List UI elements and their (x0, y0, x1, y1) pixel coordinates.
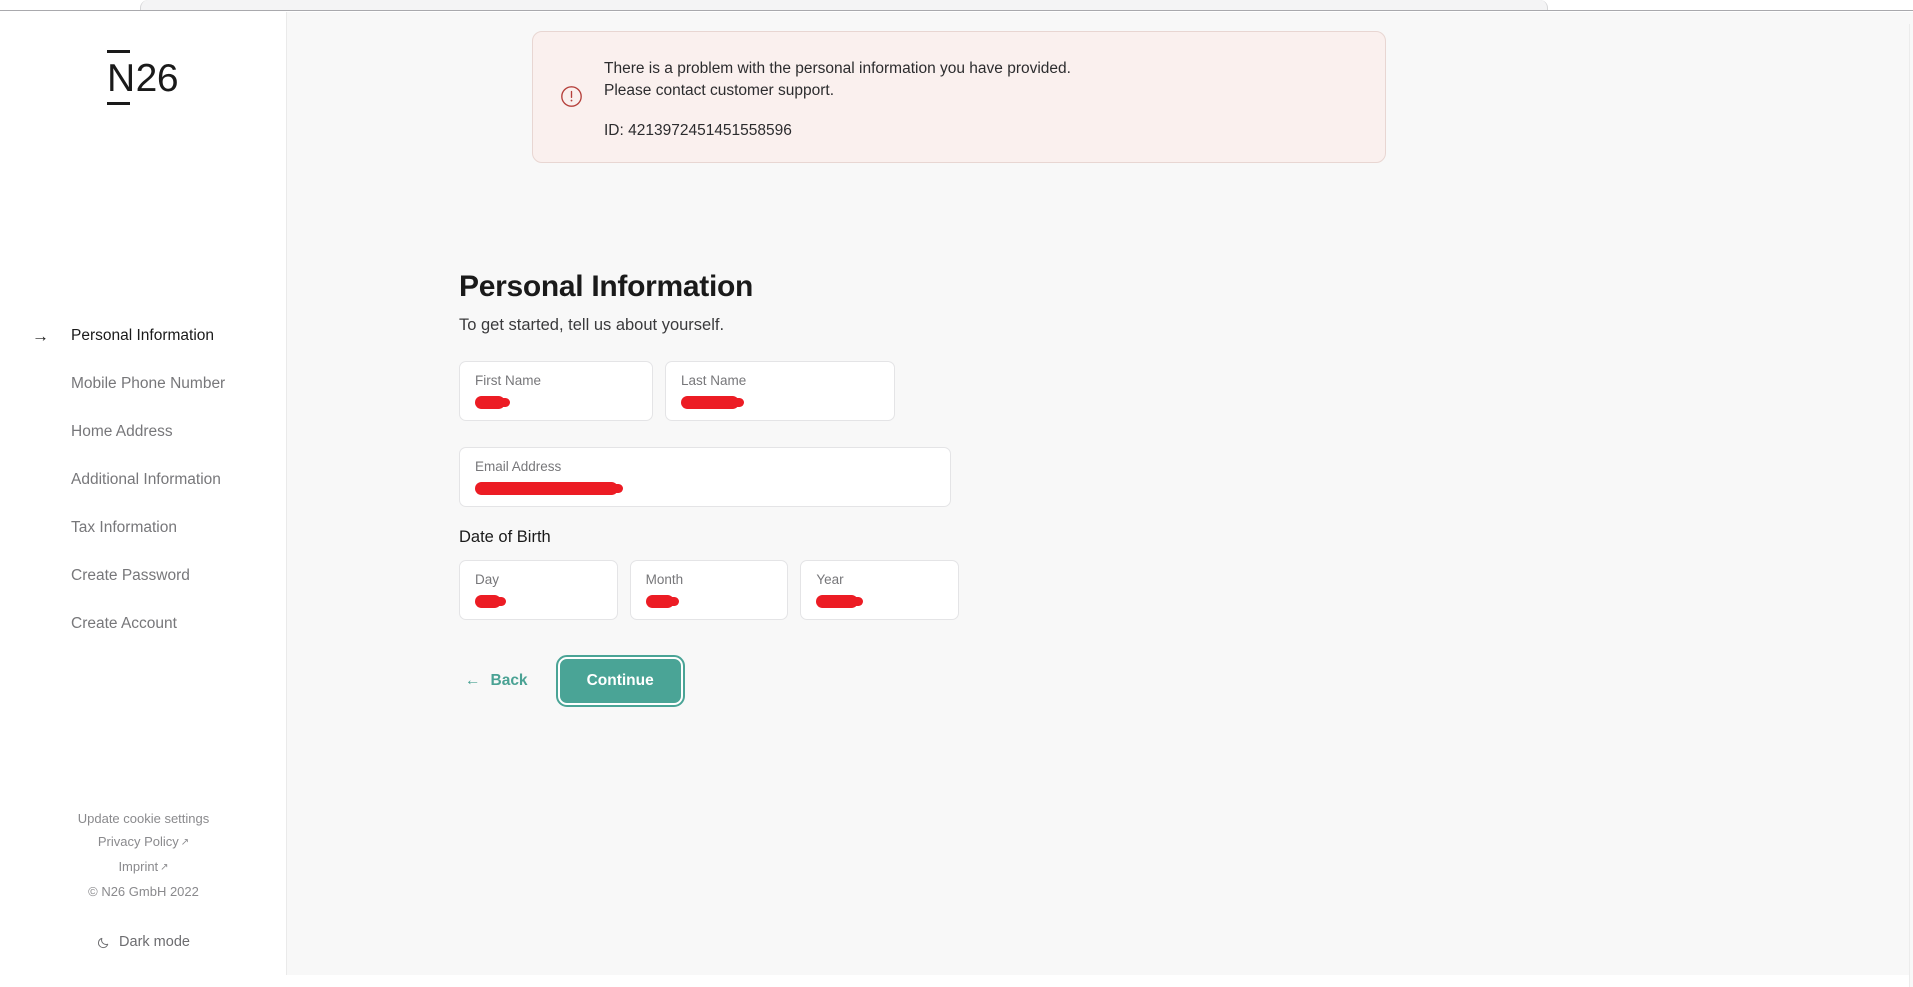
sidebar-item-label: Mobile Phone Number (71, 375, 226, 392)
sidebar-item-mobile-phone-number[interactable]: Mobile Phone Number (0, 360, 287, 408)
browser-tab-stub[interactable] (140, 0, 1548, 10)
page-subtitle: To get started, tell us about yourself. (459, 315, 725, 334)
browser-chrome (0, 0, 1913, 11)
error-alert-body: There is a problem with the personal inf… (604, 54, 1071, 140)
dob-month-field[interactable]: Month (629, 559, 789, 620)
first-name-field[interactable]: First Name (459, 360, 653, 421)
sidebar-item-create-account[interactable]: Create Account (0, 600, 287, 648)
arrow-left-icon: ← (465, 671, 481, 689)
moon-icon (97, 936, 110, 949)
privacy-policy-label: Privacy Policy (97, 834, 179, 849)
page-scrollbar[interactable] (1909, 24, 1913, 987)
dark-mode-toggle[interactable]: Dark mode (0, 934, 287, 950)
dob-day-value (475, 592, 602, 612)
dob-year-value (816, 592, 943, 612)
logo-n-letter: N (106, 50, 135, 105)
sidebar-footer: Update cookie settings Privacy Policy ↗ I… (0, 807, 287, 950)
dob-month-value (645, 592, 773, 612)
error-circle-icon (559, 84, 585, 140)
last-name-value (681, 393, 879, 413)
sidebar-item-create-password[interactable]: Create Password (0, 552, 287, 600)
first-name-label: First Name (475, 372, 542, 388)
sidebar-item-label: Tax Information (71, 519, 177, 536)
back-button-label: Back (490, 671, 528, 689)
imprint-label: Imprint (118, 859, 159, 874)
dob-month-label: Month (645, 571, 684, 587)
sidebar-item-tax-information[interactable]: Tax Information (0, 504, 287, 552)
sidebar-item-additional-information[interactable]: Additional Information (0, 456, 287, 504)
logo-number: 26 (135, 57, 179, 100)
sidebar: N26 → Personal Information Mobile Phone … (0, 12, 287, 975)
n26-logo[interactable]: N26 (106, 50, 179, 105)
redaction-mark (475, 395, 510, 409)
redaction-mark (816, 594, 864, 608)
external-link-icon: ↗ (160, 862, 169, 873)
date-of-birth-label: Date of Birth (459, 527, 551, 546)
dob-year-label: Year (816, 571, 844, 587)
copyright-text: © N26 GmbH 2022 (88, 884, 199, 899)
update-cookie-settings-link[interactable]: Update cookie settings (0, 807, 287, 830)
sidebar-item-label: Personal Information (71, 327, 215, 344)
redaction-mark (475, 481, 623, 495)
email-field-row: Email Address (459, 446, 959, 507)
email-address-label: Email Address (475, 458, 562, 474)
sidebar-item-label: Additional Information (71, 471, 221, 488)
form-actions: ← Back Continue (459, 654, 959, 707)
error-message-line-1: There is a problem with the personal inf… (604, 60, 1071, 77)
date-of-birth-fields-row: Day Month Year (459, 559, 960, 620)
first-name-value (475, 393, 637, 413)
error-alert-banner: There is a problem with the personal inf… (532, 31, 1386, 163)
name-fields-row: First Name Last Name (459, 360, 959, 421)
redaction-mark (475, 594, 506, 608)
email-address-field[interactable]: Email Address (459, 446, 951, 507)
dob-day-field[interactable]: Day (459, 559, 618, 620)
redaction-mark (681, 395, 744, 409)
onboarding-steps-nav: → Personal Information Mobile Phone Numb… (0, 312, 287, 648)
error-reference-id: ID: 4213972451451558596 (604, 122, 792, 139)
error-message-line-2: Please contact customer support. (604, 81, 835, 99)
last-name-label: Last Name (681, 372, 747, 388)
email-address-value (475, 479, 935, 499)
sidebar-item-home-address[interactable]: Home Address (0, 408, 287, 456)
redaction-mark (645, 594, 679, 608)
active-step-arrow-icon: → (32, 326, 49, 346)
imprint-link[interactable]: Imprint ↗ (0, 855, 287, 880)
privacy-policy-link[interactable]: Privacy Policy ↗ (0, 830, 287, 855)
page-root: N26 → Personal Information Mobile Phone … (0, 12, 1913, 987)
sidebar-item-label: Home Address (71, 423, 173, 440)
main-content: There is a problem with the personal inf… (287, 12, 1913, 975)
last-name-field[interactable]: Last Name (665, 360, 895, 421)
page-title: Personal Information (459, 270, 754, 303)
sidebar-item-label: Create Password (71, 567, 190, 584)
back-button[interactable]: ← Back (459, 664, 534, 698)
sidebar-item-personal-information[interactable]: → Personal Information (0, 312, 287, 360)
personal-information-form: Personal Information To get started, tel… (459, 270, 960, 707)
external-link-icon: ↗ (180, 837, 190, 848)
dob-year-field[interactable]: Year (800, 559, 960, 620)
sidebar-item-label: Create Account (71, 615, 177, 632)
dob-day-label: Day (475, 571, 500, 587)
continue-button[interactable]: Continue (555, 654, 685, 707)
dark-mode-label: Dark mode (119, 934, 190, 950)
